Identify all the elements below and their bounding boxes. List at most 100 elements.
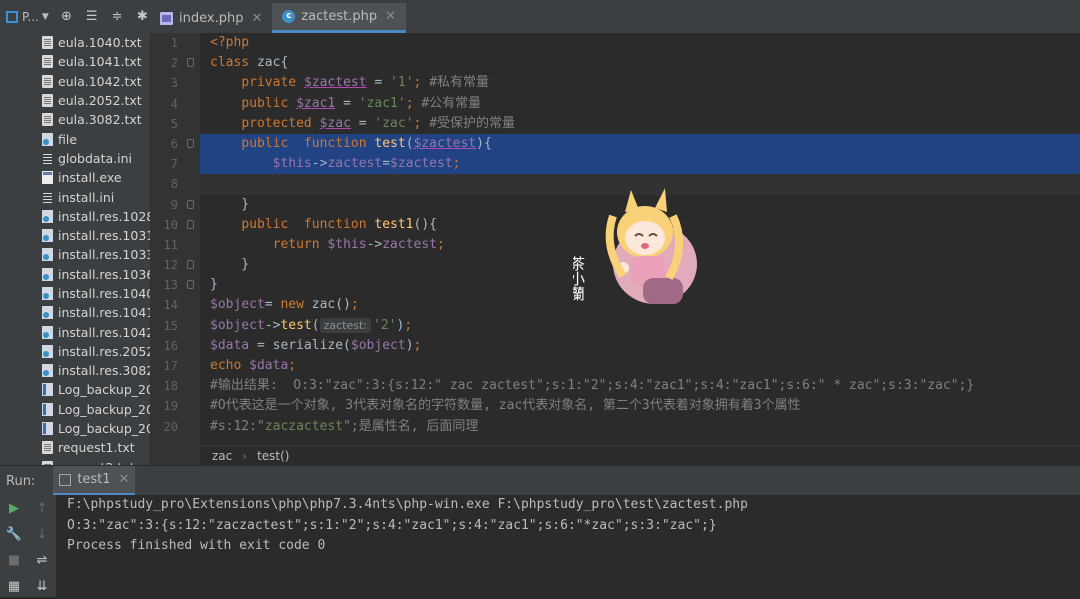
file-tree-item[interactable]: install.res.2052.d: [0, 342, 150, 361]
console-line: F:\phpstudy_pro\Extensions\php\php7.3.4n…: [67, 497, 748, 512]
line-number-text: 14: [163, 298, 178, 313]
code-token: public function: [241, 135, 375, 151]
code-line[interactable]: $this->zactest=$zactest;: [200, 154, 1080, 175]
file-tree-item[interactable]: eula.1041.txt: [0, 52, 150, 71]
locate-icon[interactable]: ⊕: [59, 9, 74, 25]
code-line[interactable]: class zac{: [200, 53, 1080, 73]
stop-icon[interactable]: ■: [0, 547, 28, 573]
run-console-output[interactable]: F:\phpstudy_pro\Extensions\php\php7.3.4n…: [56, 495, 1080, 597]
console-line: Process finished with exit code 0: [67, 538, 326, 553]
fold-marker-icon[interactable]: [187, 58, 194, 68]
line-number: 5: [150, 114, 200, 134]
code-line[interactable]: private $zactest = '1'; #私有常量: [200, 73, 1080, 93]
expand-all-icon[interactable]: ≑: [109, 9, 124, 25]
console-line: O:3:"zac":3:{s:12:"zaczactest";s:1:"2";s…: [67, 517, 717, 533]
code-token: #输出结果: O:3:"zac":3:{s:12:" zac zactest";…: [210, 378, 975, 394]
code-editor[interactable]: <?php class zac{ private $zactest = '1'; …: [200, 33, 1080, 445]
file-tree-item[interactable]: request2.txt: [0, 458, 150, 465]
file-tree-item[interactable]: request1.txt: [0, 438, 150, 457]
code-token: =: [335, 95, 359, 111]
line-number: 10: [150, 215, 200, 235]
code-token: $data: [249, 358, 289, 373]
file-tree-item[interactable]: install.res.3082.d: [0, 361, 150, 380]
chevron-down-icon: ▼: [41, 11, 49, 22]
line-number-text: 4: [170, 96, 178, 111]
file-tree-item[interactable]: install.res.1042.d: [0, 322, 150, 341]
line-number-text: 3: [170, 76, 178, 91]
line-number-text: 1: [170, 36, 178, 50]
breadcrumb-item[interactable]: test(): [257, 449, 289, 463]
fold-marker-icon[interactable]: [187, 280, 194, 290]
code-token: ;: [405, 95, 422, 111]
line-number: 20: [150, 417, 200, 437]
run-tab-test1[interactable]: test1 ✕: [53, 466, 136, 496]
fold-marker-icon[interactable]: [187, 219, 194, 229]
line-number-gutter: 1 2 3 4 5 6 7 8 9 10 11 12 13 14 15 16 17 18 19 20: [150, 33, 200, 445]
generic-file-icon: [42, 344, 53, 358]
file-tree-item[interactable]: eula.2052.txt: [0, 91, 150, 110]
code-line[interactable]: <?php: [200, 33, 1080, 53]
code-line[interactable]: echo $data;: [200, 356, 1080, 376]
file-tree-item-label: install.res.1033.d: [58, 247, 150, 263]
file-tree-item-label: eula.3082.txt: [58, 112, 142, 128]
code-token: ->: [366, 236, 383, 252]
code-token: =: [350, 115, 375, 131]
code-token: zac{: [256, 55, 289, 71]
file-tree-item[interactable]: install.res.1036.d: [0, 265, 150, 284]
wrench-icon[interactable]: 🔧: [0, 521, 28, 547]
sticker-caption: 茶小蘭: [573, 256, 586, 301]
rerun-icon[interactable]: ▶: [0, 495, 28, 521]
project-view-selector[interactable]: P... ▼: [6, 10, 49, 24]
tab-index-php[interactable]: index.php ✕: [150, 3, 272, 33]
generic-file-icon: [42, 325, 53, 339]
close-icon[interactable]: ✕: [119, 472, 130, 487]
line-number: 18: [150, 376, 200, 396]
file-tree-item-label: Log_backup_202: [58, 401, 150, 417]
close-icon[interactable]: ✕: [251, 11, 262, 26]
code-token: ){: [476, 135, 492, 151]
code-line[interactable]: $data = serialize($object);: [200, 336, 1080, 356]
layout-icon[interactable]: ▦: [0, 573, 28, 599]
tab-zactest-php[interactable]: c zactest.php ✕: [272, 3, 407, 33]
file-tree-item[interactable]: eula.1042.txt: [0, 72, 150, 91]
fold-marker-icon[interactable]: [187, 199, 194, 209]
file-tree-item[interactable]: install.exe: [0, 168, 150, 187]
code-token: ->: [311, 156, 328, 172]
file-tree-item[interactable]: install.res.1040.d: [0, 284, 150, 303]
soft-wrap-icon[interactable]: ⇌: [28, 547, 56, 573]
fold-marker-icon[interactable]: [187, 260, 194, 270]
line-number-text: 17: [163, 359, 178, 373]
line-number-text: 2: [170, 56, 178, 71]
file-tree-item[interactable]: install.res.1031.d: [0, 226, 150, 245]
file-tree-item[interactable]: install.res.1028.d: [0, 207, 150, 226]
arrow-up-icon[interactable]: ↑: [28, 495, 56, 521]
code-line[interactable]: $object->test(zactest: '2');: [200, 316, 1080, 336]
file-tree-item[interactable]: eula.3082.txt: [0, 110, 150, 129]
file-tree-item[interactable]: install.ini: [0, 187, 150, 206]
file-tree-item[interactable]: install.res.1041.d: [0, 303, 150, 322]
fold-marker-icon[interactable]: [187, 138, 194, 148]
code-line[interactable]: protected $zac = 'zac'; #受保护的常量: [200, 114, 1080, 134]
line-number-text: 15: [163, 318, 178, 333]
code-line[interactable]: public function test($zactest){: [200, 133, 1080, 155]
code-line[interactable]: #输出结果: O:3:"zac":3:{s:12:" zac zactest";…: [200, 376, 1080, 396]
code-line[interactable]: public $zac1 = 'zac1'; #公有常量: [200, 94, 1080, 114]
file-tree-item[interactable]: file: [0, 129, 150, 148]
file-tree-item[interactable]: eula.1040.txt: [0, 33, 150, 52]
file-tree-item[interactable]: Log_backup_202: [0, 419, 150, 438]
file-tree-item-label: file: [58, 131, 78, 147]
scroll-to-end-icon[interactable]: ⇊: [28, 573, 56, 599]
close-icon[interactable]: ✕: [385, 9, 396, 24]
gear-icon[interactable]: ✱: [135, 9, 150, 25]
code-token: $object: [210, 297, 265, 313]
code-token: }: [210, 277, 218, 293]
code-line[interactable]: #s:12:"zaczactest";是属性名, 后面同理: [200, 417, 1080, 437]
breadcrumb-item[interactable]: zac: [212, 449, 232, 463]
file-tree-item[interactable]: globdata.ini: [0, 149, 150, 168]
arrow-down-icon[interactable]: ↓: [28, 521, 56, 547]
file-tree-item[interactable]: Log_backup_202: [0, 400, 150, 419]
collapse-all-icon[interactable]: ☰: [84, 9, 99, 25]
code-line[interactable]: #O代表这是一个对象, 3代表对象名的字符数量, zac代表对象名, 第二个3代…: [200, 396, 1080, 416]
file-tree-item[interactable]: Log_backup_202: [0, 380, 150, 399]
file-tree-item[interactable]: install.res.1033.d: [0, 245, 150, 264]
